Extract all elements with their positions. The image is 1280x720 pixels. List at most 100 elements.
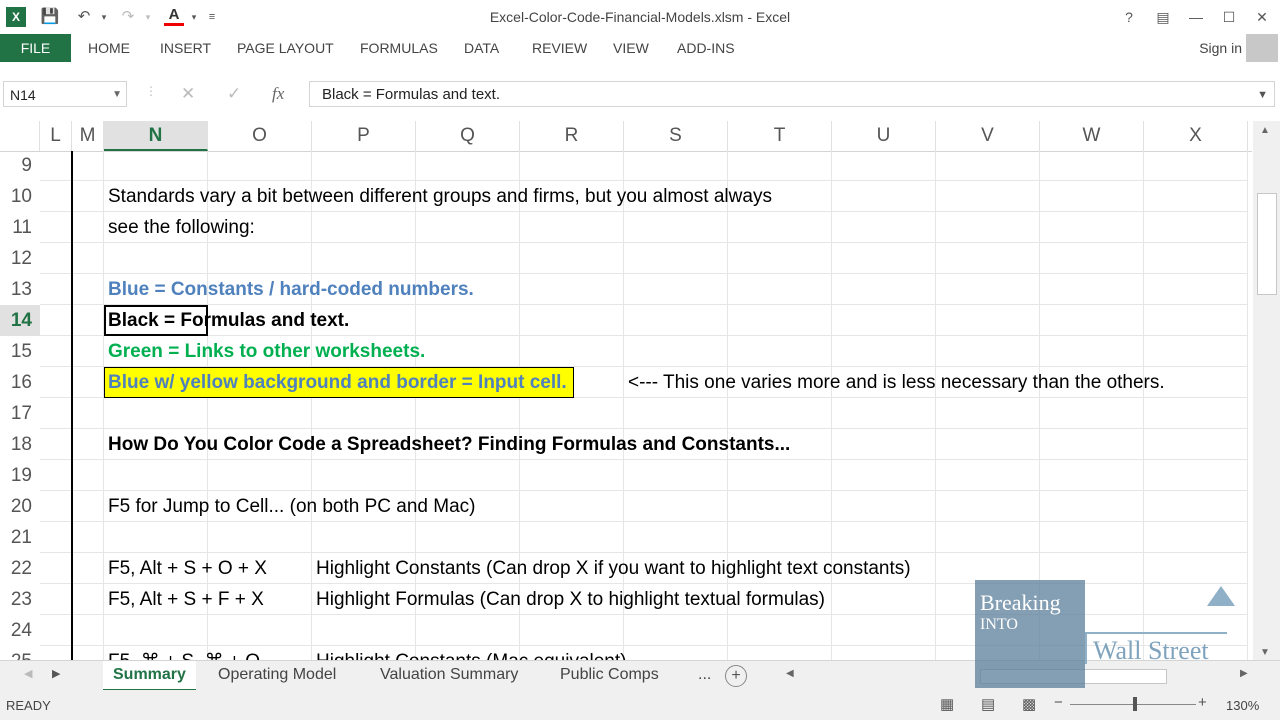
grid-cell[interactable] bbox=[624, 615, 728, 646]
cell-text[interactable]: F5 for Jump to Cell... (on both PC and M… bbox=[108, 491, 476, 522]
maximize-icon[interactable]: ☐ bbox=[1217, 6, 1241, 28]
row-header[interactable]: 17 bbox=[0, 398, 40, 429]
cell-text[interactable]: F5, ⌘ + S, ⌘ + O bbox=[108, 646, 260, 660]
grid-cell[interactable] bbox=[40, 305, 72, 336]
grid-cell[interactable] bbox=[104, 460, 208, 491]
grid-cell[interactable] bbox=[936, 274, 1040, 305]
grid-cell[interactable] bbox=[1144, 522, 1248, 553]
grid-cell[interactable] bbox=[312, 398, 416, 429]
grid-cell[interactable] bbox=[104, 151, 208, 181]
tab-page-layout[interactable]: PAGE LAYOUT bbox=[237, 34, 334, 62]
column-header-x[interactable]: X bbox=[1144, 121, 1248, 151]
row-header[interactable]: 25 bbox=[0, 646, 40, 660]
grid-cell[interactable] bbox=[40, 553, 72, 584]
grid-cell[interactable] bbox=[728, 336, 832, 367]
grid-cell[interactable] bbox=[624, 305, 728, 336]
column-header-t[interactable]: T bbox=[728, 121, 832, 151]
grid-cell[interactable] bbox=[1144, 151, 1248, 181]
row-header[interactable]: 15 bbox=[0, 336, 40, 367]
grid-cell[interactable] bbox=[624, 646, 728, 660]
grid-cell[interactable] bbox=[40, 522, 72, 553]
scroll-up-icon[interactable]: ▲ bbox=[1260, 125, 1270, 136]
grid-cell[interactable] bbox=[728, 274, 832, 305]
grid-cell[interactable] bbox=[936, 181, 1040, 212]
grid-cell[interactable] bbox=[40, 646, 72, 660]
column-header-u[interactable]: U bbox=[832, 121, 936, 151]
grid-cell[interactable] bbox=[72, 212, 104, 243]
cell-text[interactable]: Blue = Constants / hard-coded numbers. bbox=[108, 274, 474, 305]
grid-cell[interactable] bbox=[40, 243, 72, 274]
row-header[interactable]: 12 bbox=[0, 243, 40, 274]
more-sheets-button[interactable]: ... bbox=[688, 661, 721, 689]
grid-cell[interactable] bbox=[72, 615, 104, 646]
grid-cell[interactable] bbox=[936, 243, 1040, 274]
cancel-icon[interactable]: ✕ bbox=[181, 84, 195, 104]
grid-cell[interactable] bbox=[40, 398, 72, 429]
grid-cell[interactable] bbox=[1144, 336, 1248, 367]
grid-cell[interactable] bbox=[1144, 212, 1248, 243]
tab-formulas[interactable]: FORMULAS bbox=[360, 34, 438, 62]
grid-cell[interactable] bbox=[832, 398, 936, 429]
grid-cell[interactable] bbox=[728, 212, 832, 243]
sheet-tab-summary[interactable]: Summary bbox=[103, 661, 196, 692]
grid-cell[interactable] bbox=[520, 615, 624, 646]
row-header[interactable]: 22 bbox=[0, 553, 40, 584]
grid-cell[interactable] bbox=[520, 336, 624, 367]
grid-cell[interactable] bbox=[832, 460, 936, 491]
grid-cell[interactable] bbox=[728, 243, 832, 274]
grid-cell[interactable] bbox=[832, 305, 936, 336]
grid-cell[interactable] bbox=[624, 522, 728, 553]
grid-cell[interactable] bbox=[832, 584, 936, 615]
zoom-in-icon[interactable]: + bbox=[1198, 694, 1207, 711]
vertical-scrollbar[interactable]: ▲ ▼ bbox=[1253, 121, 1280, 666]
grid-cell[interactable] bbox=[104, 615, 208, 646]
grid-cell[interactable] bbox=[1144, 429, 1248, 460]
grid-cell[interactable] bbox=[936, 212, 1040, 243]
add-sheet-icon[interactable]: + bbox=[725, 665, 747, 687]
scroll-left-icon[interactable]: ◀ bbox=[786, 668, 794, 679]
tab-insert[interactable]: INSERT bbox=[160, 34, 211, 62]
grid-cell[interactable] bbox=[40, 615, 72, 646]
grid-cell[interactable] bbox=[1040, 181, 1144, 212]
grid-cell[interactable] bbox=[416, 336, 520, 367]
grid-cell[interactable] bbox=[72, 336, 104, 367]
select-all-corner[interactable] bbox=[0, 121, 40, 151]
row-header[interactable]: 20 bbox=[0, 491, 40, 522]
avatar[interactable] bbox=[1246, 34, 1278, 64]
cell-text[interactable]: Green = Links to other worksheets. bbox=[108, 336, 425, 367]
column-header-q[interactable]: Q bbox=[416, 121, 520, 151]
grid-cell[interactable] bbox=[208, 151, 312, 181]
grid-cell[interactable] bbox=[40, 367, 72, 398]
name-box[interactable]: N14 ▼ bbox=[3, 81, 127, 107]
grid-cell[interactable] bbox=[624, 274, 728, 305]
grid-cell[interactable] bbox=[936, 429, 1040, 460]
grid-cell[interactable] bbox=[72, 305, 104, 336]
cell-text[interactable]: Blue w/ yellow background and border = I… bbox=[104, 367, 574, 398]
column-header-v[interactable]: V bbox=[936, 121, 1040, 151]
grid-cell[interactable] bbox=[1144, 398, 1248, 429]
grid-cell[interactable] bbox=[208, 460, 312, 491]
grid-cell[interactable] bbox=[416, 305, 520, 336]
cell-text[interactable]: F5, Alt + S + F + X bbox=[108, 584, 264, 615]
tab-review[interactable]: REVIEW bbox=[532, 34, 587, 62]
grid-cell[interactable] bbox=[728, 398, 832, 429]
cell-text[interactable]: F5, Alt + S + O + X bbox=[108, 553, 267, 584]
grid-cell[interactable] bbox=[72, 151, 104, 181]
page-layout-view-icon[interactable]: ▤ bbox=[981, 695, 995, 713]
grid-cell[interactable] bbox=[520, 460, 624, 491]
grid-cell[interactable] bbox=[208, 615, 312, 646]
grid-cell[interactable] bbox=[936, 460, 1040, 491]
grid-cell[interactable] bbox=[520, 243, 624, 274]
grid-cell[interactable] bbox=[624, 151, 728, 181]
grid-cell[interactable] bbox=[416, 151, 520, 181]
grid-cell[interactable] bbox=[104, 398, 208, 429]
column-header-l[interactable]: L bbox=[40, 121, 72, 151]
grid-cell[interactable] bbox=[72, 274, 104, 305]
column-header-m[interactable]: M bbox=[72, 121, 104, 151]
row-header[interactable]: 9 bbox=[0, 151, 40, 181]
grid-cell[interactable] bbox=[72, 460, 104, 491]
grid-cell[interactable] bbox=[832, 181, 936, 212]
sign-in-link[interactable]: Sign in bbox=[1199, 34, 1242, 62]
vertical-scroll-thumb[interactable] bbox=[1257, 193, 1277, 295]
grid-cell[interactable] bbox=[312, 615, 416, 646]
